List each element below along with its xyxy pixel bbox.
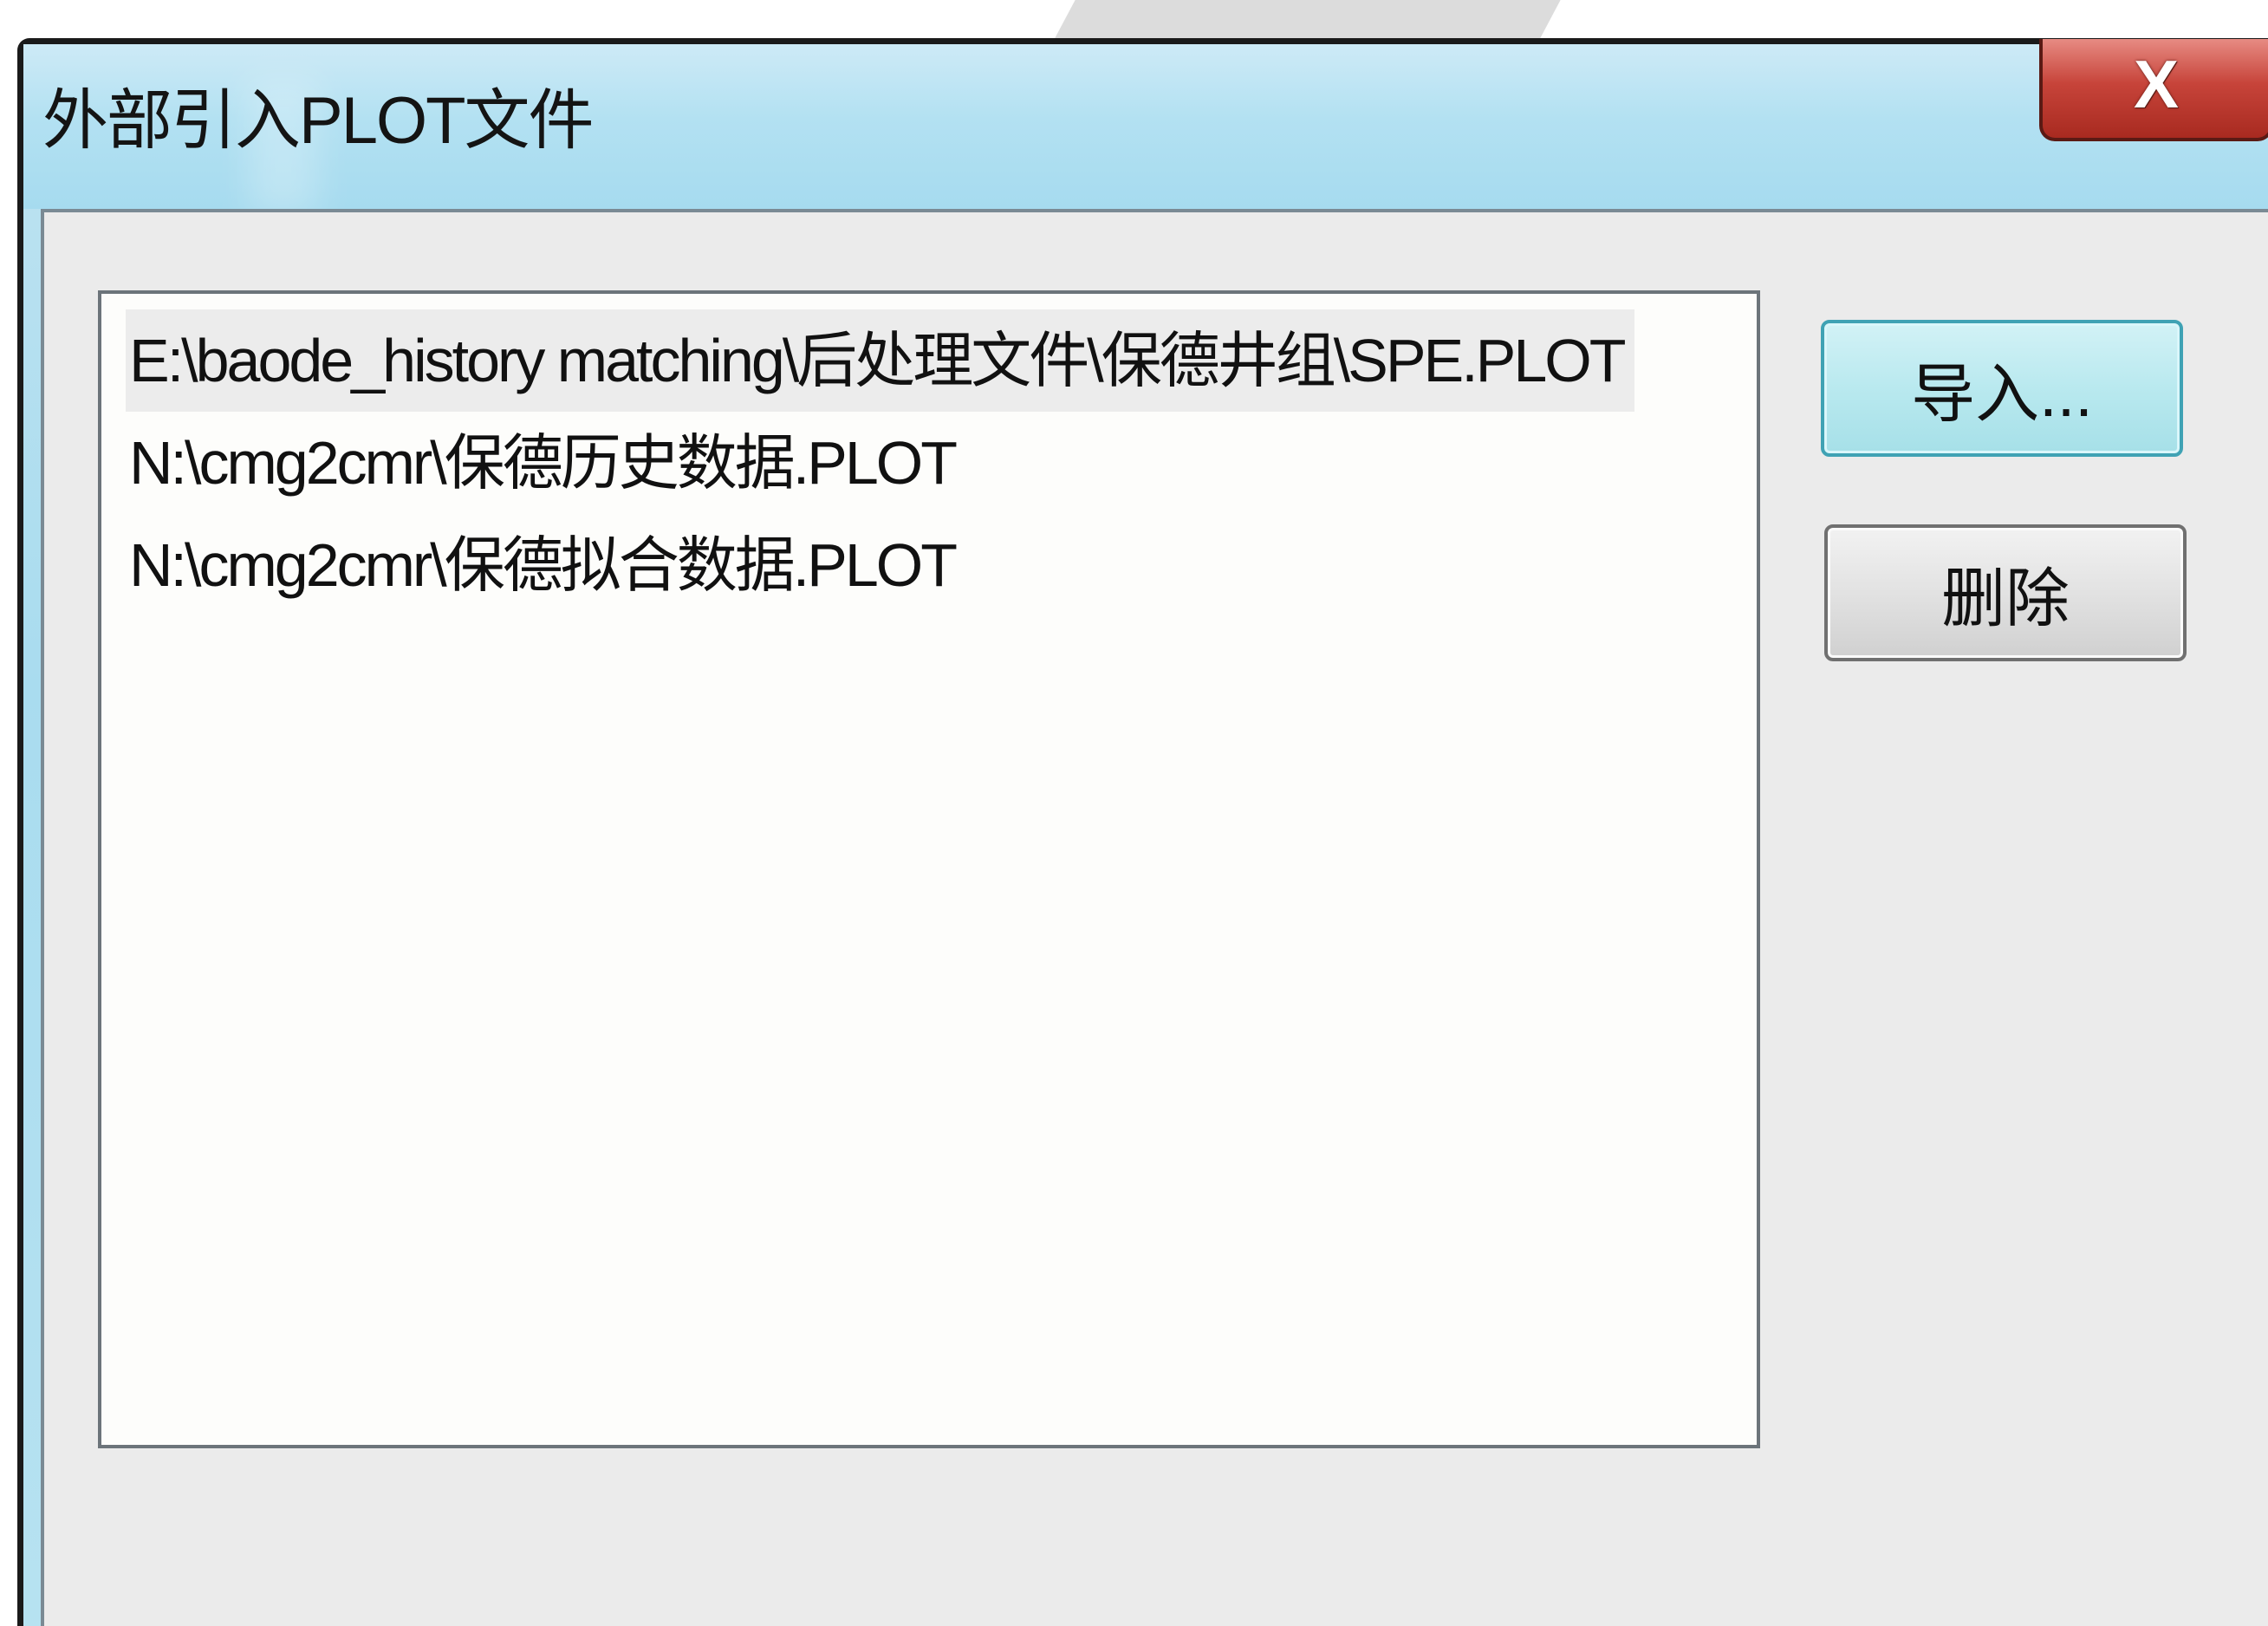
list-item[interactable]: N:\cmg2cmr\保德历史数据.PLOT bbox=[126, 412, 965, 514]
delete-button[interactable]: 删除 bbox=[1824, 524, 2187, 661]
close-button[interactable]: X bbox=[2039, 39, 2268, 141]
list-item[interactable]: E:\baode_history matching\后处理文件\保德井组\SPE… bbox=[126, 309, 1634, 412]
dialog-window: 外部引入PLOT文件 X E:\baode_history matching\后… bbox=[17, 38, 2268, 1626]
list-item[interactable]: N:\cmg2cmr\保德拟合数据.PLOT bbox=[126, 514, 965, 616]
window-title: 外部引入PLOT文件 bbox=[42, 84, 594, 158]
import-button[interactable]: 导入... bbox=[1821, 320, 2183, 457]
plot-file-list[interactable]: E:\baode_history matching\后处理文件\保德井组\SPE… bbox=[98, 290, 1760, 1448]
dialog-client-area: E:\baode_history matching\后处理文件\保德井组\SPE… bbox=[41, 209, 2268, 1626]
import-button-label: 导入... bbox=[1911, 357, 2093, 430]
close-icon: X bbox=[2133, 46, 2180, 122]
screen: 外部引入PLOT文件 X E:\baode_history matching\后… bbox=[0, 0, 2268, 1626]
delete-button-label: 删除 bbox=[1941, 562, 2070, 634]
title-bar[interactable]: 外部引入PLOT文件 X bbox=[23, 39, 2268, 209]
